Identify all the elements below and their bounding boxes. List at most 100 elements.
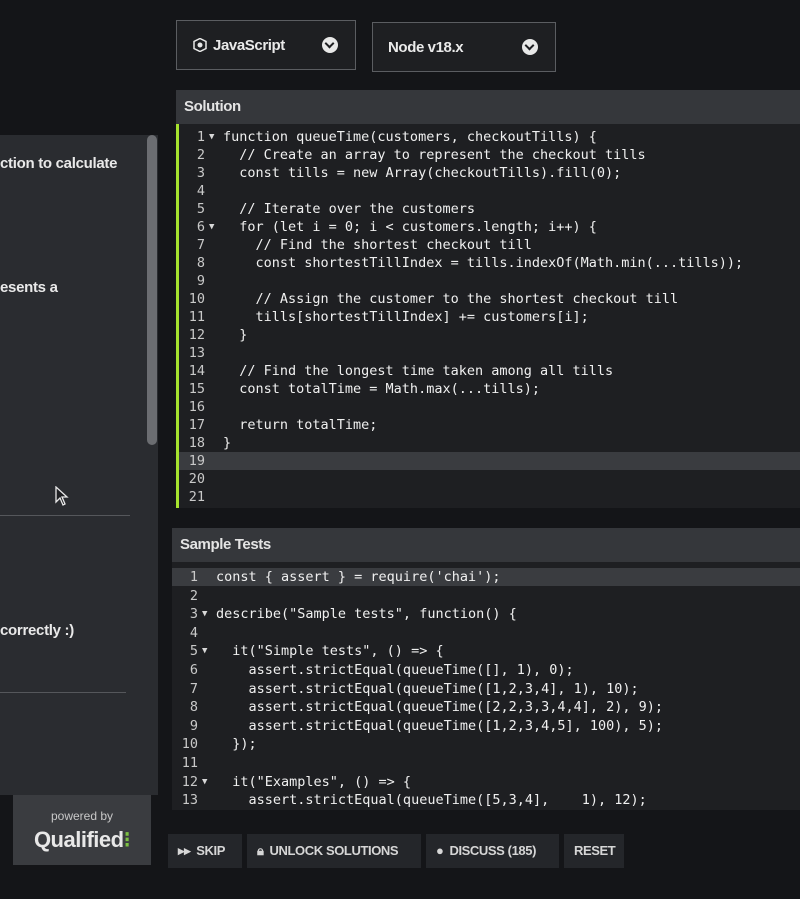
code-line[interactable]: 16 [179,398,800,416]
code-text: const tills = new Array(checkoutTills).f… [223,165,622,181]
code-text: it("Simple tests", () => { [216,643,444,660]
powered-by-badge[interactable]: powered by Qualified⁝ [13,795,151,865]
line-number: 3 [196,165,205,181]
line-number: 1 [189,569,198,585]
scrollbar-thumb[interactable] [147,135,157,445]
fold-toggle-icon[interactable]: ▼ [202,642,207,660]
code-text: assert.strictEqual(queueTime([1,2,3,4,5]… [216,717,664,734]
sample-tests-title: Sample Tests [180,536,271,553]
divider [0,515,130,516]
code-line[interactable]: 3 ▼ describe("Sample tests", function() { [172,605,800,623]
brand-logo: Qualified⁝ [33,827,131,852]
code-line[interactable]: 21 [179,488,800,506]
code-text: describe("Sample tests", function() { [216,606,517,623]
line-number: 8 [189,699,198,716]
code-line[interactable]: 7 // Find the shortest checkout till [179,236,800,254]
fold-toggle-icon[interactable]: ▼ [202,773,207,791]
discuss-button[interactable]: ● Discuss (185) [426,834,559,868]
code-line[interactable]: 15 const totalTime = Math.max(...tills); [179,380,800,398]
line-number: 4 [189,624,198,641]
code-line[interactable]: 4 [179,182,800,200]
code-text: const totalTime = Math.max(...tills); [223,381,540,397]
code-line[interactable]: 7 assert.strictEqual(queueTime([1,2,3,4]… [172,680,800,698]
language-selector[interactable]: JavaScript [176,20,356,70]
skip-button[interactable]: ▸▸ Skip [168,834,242,868]
line-number: 6 [189,662,198,678]
code-text: assert.strictEqual(queueTime([], 1), 0); [216,662,574,678]
code-line[interactable]: 9 assert.strictEqual(queueTime([1,2,3,4,… [172,717,800,735]
line-number: 3 [189,606,198,623]
code-line[interactable]: 6 ▼ for (let i = 0; i < customers.length;… [179,218,800,236]
chevron-down-icon [322,37,338,53]
code-line[interactable]: 11 [172,754,800,772]
code-line[interactable]: 8 assert.strictEqual(queueTime([2,2,3,3,… [172,698,800,716]
line-number: 12 [188,327,205,343]
code-text: it("Examples", () => { [216,773,412,790]
code-line[interactable]: 2 [172,587,800,605]
line-number: 10 [181,736,198,753]
code-line[interactable]: 12 } [179,326,800,344]
line-number: 13 [188,345,205,361]
mouse-pointer-icon [55,486,69,506]
line-number: 4 [196,183,205,199]
fold-toggle-icon[interactable]: ▼ [209,218,214,236]
line-number: 7 [189,680,198,697]
code-line[interactable]: 5 // Iterate over the customers [179,200,800,218]
code-line[interactable]: 13 assert.strictEqual(queueTime([5,3,4],… [172,791,800,809]
unlock-solutions-button[interactable]: 🔒︎ Unlock Solutions [247,834,421,868]
code-line[interactable]: 4 [172,624,800,642]
line-number: 17 [188,417,205,433]
solution-code-editor[interactable]: 1 ▼ function queueTime(customers, checkout… [176,124,800,508]
code-line[interactable]: 2 // Create an array to represent the ch… [179,146,800,164]
code-line[interactable]: 18} [179,434,800,452]
line-number: 10 [188,291,205,307]
code-text: assert.strictEqual(queueTime([2,2,3,3,4,… [216,699,664,716]
code-text: // Find the longest time taken among all… [223,363,614,379]
code-text: tills[shortestTillIndex] += customers[i]… [223,309,589,325]
language-label: JavaScript [213,37,285,54]
code-line[interactable]: 1 const { assert } = require('chai'); [172,568,800,586]
code-text: const shortestTillIndex = tills.indexOf(… [223,255,744,271]
description-text-2: esents a [0,279,58,296]
code-line[interactable]: 10 }); [172,735,800,753]
code-text: } [223,435,232,451]
line-number: 21 [188,489,205,505]
code-text: function queueTime(customers, checkoutTi… [223,129,597,145]
code-line[interactable]: 3 const tills = new Array(checkoutTills)… [179,164,800,182]
runtime-selector[interactable]: Node v18.x [372,22,556,72]
line-number: 5 [189,643,198,660]
description-panel: ction to calculate esents a correctly :) [0,135,158,795]
fold-toggle-icon[interactable]: ▼ [209,128,214,146]
line-number: 12 [181,773,198,790]
code-line[interactable]: 19 [179,452,800,470]
code-line[interactable]: 12 ▼ it("Examples", () => { [172,773,800,791]
code-line[interactable]: 8 const shortestTillIndex = tills.indexO… [179,254,800,272]
line-number: 15 [188,381,205,397]
code-line[interactable]: 6 assert.strictEqual(queueTime([], 1), 0… [172,661,800,679]
sample-tests-code-editor[interactable]: 1 const { assert } = require('chai'); 2 3 ▼ d… [172,562,800,810]
code-line[interactable]: 20 [179,470,800,488]
code-line[interactable]: 14 // Find the longest time taken among … [179,362,800,380]
code-line[interactable]: 9 [179,272,800,290]
description-text-3: correctly :) [0,622,74,639]
fold-toggle-icon[interactable]: ▼ [202,605,207,623]
code-text: return totalTime; [223,417,378,433]
line-number: 19 [188,453,205,469]
line-number: 9 [196,273,205,289]
reset-button[interactable]: Reset [564,834,624,868]
solution-title: Solution [184,98,241,115]
code-line[interactable]: 13 [179,344,800,362]
powered-by-label: powered by [50,809,114,823]
code-line[interactable]: 17 return totalTime; [179,416,800,434]
code-line[interactable]: 11 tills[shortestTillIndex] += customers… [179,308,800,326]
line-number: 9 [189,717,198,734]
line-number: 6 [196,219,205,235]
code-line[interactable]: 5 ▼ it("Simple tests", () => { [172,642,800,660]
code-line[interactable]: 10 // Assign the customer to the shortes… [179,290,800,308]
code-text: } [223,327,248,343]
chevron-down-icon [522,39,538,55]
code-line[interactable]: 1 ▼ function queueTime(customers, checkout… [179,128,800,146]
code-text: for (let i = 0; i < customers.length; i+… [223,219,597,235]
line-number: 8 [196,255,205,271]
line-number: 1 [196,129,205,145]
